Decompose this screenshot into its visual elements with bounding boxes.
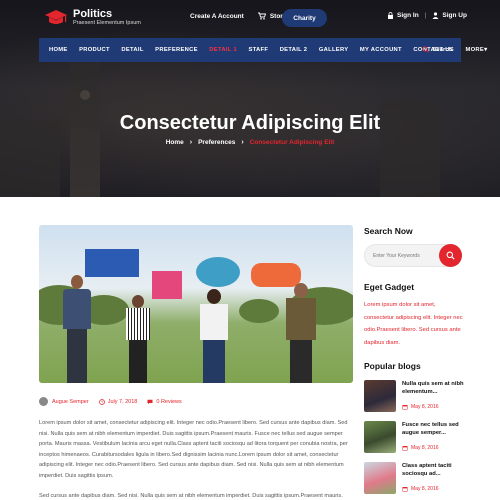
site-logo[interactable]: Politics Praesent Elementum Ipsum — [44, 8, 141, 27]
nav-item-detail[interactable]: DETAIL — [121, 47, 143, 53]
chevron-right-icon: › — [241, 139, 244, 146]
blog-date-row: May 8, 2016 — [402, 445, 439, 451]
site-subtitle: Praesent Elementum Ipsum — [73, 20, 141, 26]
calendar-icon — [402, 445, 408, 451]
blog-date: May 8, 2016 — [411, 486, 439, 492]
calendar-icon — [402, 486, 408, 492]
blog-date-row: May 8, 2016 — [402, 404, 439, 410]
search-input[interactable] — [373, 249, 443, 263]
charity-button[interactable]: Charity — [282, 9, 327, 27]
nav-item-gallery[interactable]: GALLERY — [319, 47, 349, 53]
breadcrumb: Home › Preferences › Consectetur Adipisc… — [0, 139, 500, 146]
nav-search-label: Search — [432, 46, 452, 53]
top-bar: Politics Praesent Elementum Ipsum Create… — [0, 0, 500, 37]
featured-image — [39, 225, 353, 383]
breadcrumb-home[interactable]: Home — [166, 139, 184, 146]
blog-title[interactable]: Nulla quis sem at nibh elementum... — [402, 380, 464, 396]
blog-date: May 8, 2016 — [411, 404, 439, 410]
calendar-icon — [402, 404, 408, 410]
nav-item-staff[interactable]: STAFF — [248, 47, 268, 53]
search-submit-button[interactable] — [439, 244, 462, 267]
blog-date: May 8, 2016 — [411, 445, 439, 451]
nav-item-more[interactable]: MORE▾ — [465, 47, 487, 53]
search-icon — [422, 46, 429, 53]
nav-search-button[interactable]: Search — [422, 46, 452, 53]
nav-item-preference[interactable]: PREFERENCE — [155, 47, 198, 53]
search-icon — [446, 248, 455, 263]
graduation-cap-icon — [44, 9, 68, 27]
post-reviews[interactable]: 0 Reviews — [156, 399, 181, 405]
create-account-link[interactable]: Create A Account — [190, 13, 244, 20]
author-avatar — [39, 397, 48, 406]
nav-item-product[interactable]: PRODUCT — [79, 47, 110, 53]
nav-item-my-account[interactable]: MY ACCOUNT — [360, 47, 402, 53]
nav-more-label: MORE — [465, 47, 485, 53]
gadget-heading: Eget Gadget — [364, 282, 415, 292]
lock-icon — [387, 12, 394, 19]
divider: | — [424, 12, 427, 19]
breadcrumb-current: Consectetur Adipiscing Elit — [249, 139, 335, 146]
site-title: Politics — [73, 8, 113, 20]
popular-blogs-heading: Popular blogs — [364, 361, 421, 371]
hero-banner: Politics Praesent Elementum Ipsum Create… — [0, 0, 500, 197]
post-date: July 7, 2018 — [107, 398, 138, 405]
post-meta: Augue Semper July 7, 2018 0 Reviews — [39, 397, 182, 406]
popular-blog-item[interactable]: Class aptent taciti sociosqu ad... May 8… — [364, 462, 464, 496]
blog-title[interactable]: Fusce nec tellus sed augue semper... — [402, 421, 464, 437]
popular-blog-item[interactable]: Nulla quis sem at nibh elementum... May … — [364, 380, 464, 414]
blog-title[interactable]: Class aptent taciti sociosqu ad... — [402, 462, 464, 478]
sign-up-link[interactable]: Sign Up — [442, 12, 467, 19]
blog-thumbnail[interactable] — [364, 462, 396, 494]
breadcrumb-preferences[interactable]: Preferences — [198, 139, 235, 146]
nav-item-detail-2[interactable]: DETAIL 2 — [280, 47, 308, 53]
blog-thumbnail[interactable] — [364, 421, 396, 453]
post-author[interactable]: Augue Semper — [52, 399, 89, 405]
post-paragraph: Lorem ipsum dolor sit amet, consectetur … — [39, 420, 348, 479]
page-title: Consectetur Adipiscing Elit — [119, 112, 381, 134]
gadget-text: Lorem ipsum dolor sit amet, consectetur … — [364, 302, 463, 346]
sign-in-link[interactable]: Sign In — [397, 12, 419, 19]
cart-icon — [257, 12, 266, 20]
main-nav: HOME PRODUCT DETAIL PREFERENCE DETAIL 1 … — [39, 38, 487, 62]
user-icon — [432, 12, 439, 19]
sidebar-search — [364, 244, 462, 267]
popular-blog-item[interactable]: Fusce nec tellus sed augue semper... May… — [364, 421, 464, 455]
blog-thumbnail[interactable] — [364, 380, 396, 412]
nav-item-home[interactable]: HOME — [49, 47, 68, 53]
chevron-right-icon: › — [189, 139, 193, 146]
search-heading: Search Now — [364, 226, 413, 236]
clock-icon — [98, 398, 105, 405]
caret-down-icon: ▾ — [484, 47, 488, 53]
post-paragraph: Sed cursus ante dapibus diam. Sed nisi. … — [39, 493, 343, 499]
comment-icon — [147, 399, 153, 405]
nav-item-detail-1[interactable]: DETAIL 1 — [209, 47, 237, 53]
blog-date-row: May 8, 2016 — [402, 486, 439, 492]
